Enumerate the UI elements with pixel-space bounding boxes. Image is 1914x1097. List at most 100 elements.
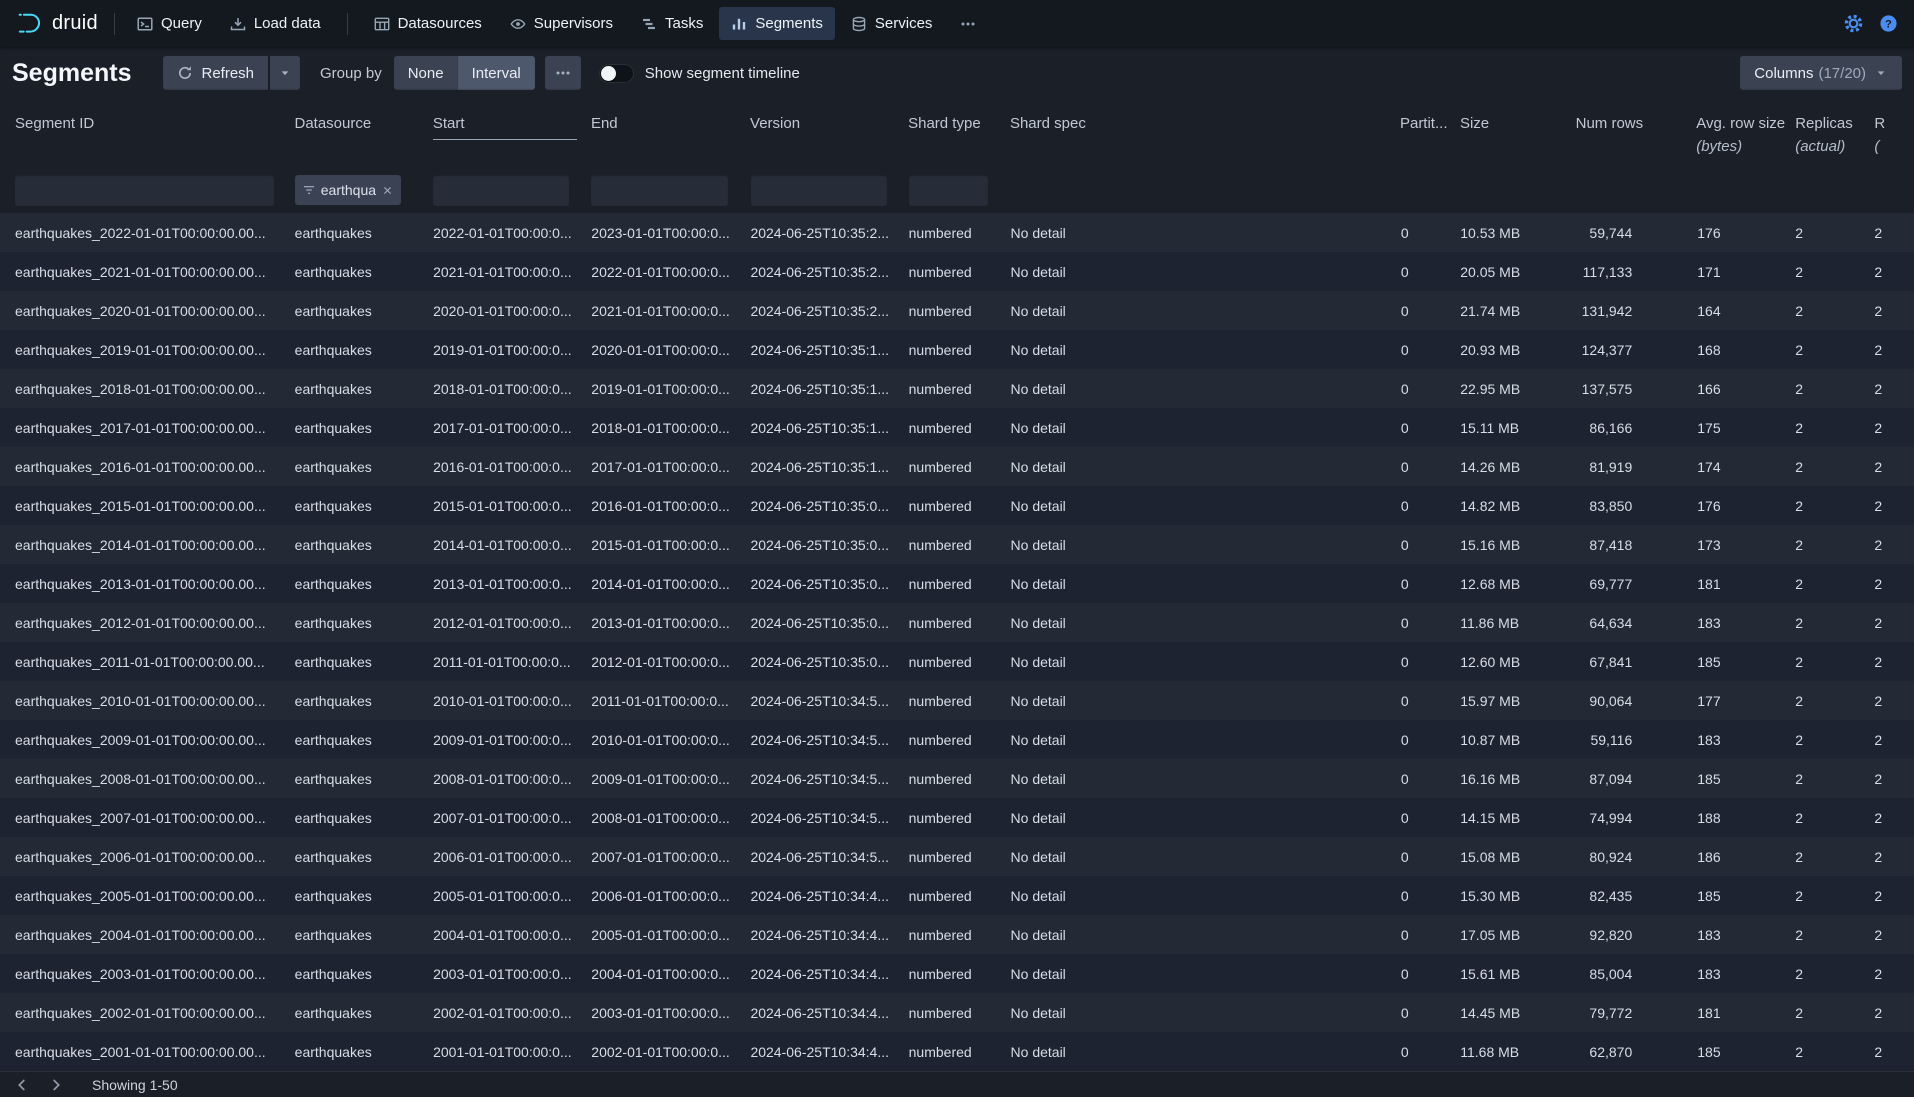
table-row[interactable]: earthquakes_2008-01-01T00:00:00.00...ear… [0, 759, 1914, 798]
table-row[interactable]: earthquakes_2001-01-01T00:00:00.00...ear… [0, 1032, 1914, 1071]
nav-item-segments[interactable]: Segments [719, 7, 835, 40]
column-header-version[interactable]: Version [750, 115, 908, 139]
column-header-datasource[interactable]: Datasource [294, 115, 432, 139]
filter-tag-label: earthquake [321, 182, 376, 198]
table-row[interactable]: earthquakes_2017-01-01T00:00:00.00...ear… [0, 408, 1914, 447]
settings-button[interactable] [1844, 14, 1863, 33]
cell-partition_num: 0 [1401, 771, 1460, 787]
cell-replication: 2 [1874, 342, 1914, 358]
cell-version: 2024-06-25T10:34:5... [750, 810, 908, 826]
cell-datasource: earthquakes [295, 810, 433, 826]
cell-shard_spec: No detail [1011, 381, 1401, 397]
table-row[interactable]: earthquakes_2020-01-01T00:00:00.00...ear… [0, 291, 1914, 330]
more-actions-button[interactable] [545, 56, 581, 90]
column-header-partition_num[interactable]: Partit... [1400, 115, 1460, 139]
next-page-button[interactable] [42, 1074, 70, 1096]
column-label: Size [1460, 115, 1562, 139]
table-row[interactable]: earthquakes_2003-01-01T00:00:00.00...ear… [0, 954, 1914, 993]
segment-timeline-toggle[interactable]: Show segment timeline [599, 64, 800, 83]
toggle-switch[interactable] [599, 64, 634, 83]
table-row[interactable]: earthquakes_2009-01-01T00:00:00.00...ear… [0, 720, 1914, 759]
cell-size: 22.95 MB [1460, 381, 1576, 397]
table-row[interactable]: earthquakes_2014-01-01T00:00:00.00...ear… [0, 525, 1914, 564]
column-header-end[interactable]: End [591, 115, 750, 139]
druid-logo-icon [16, 10, 43, 37]
version-filter-input[interactable] [751, 175, 887, 206]
group-by-none-button[interactable]: None [394, 56, 458, 90]
table-row[interactable]: earthquakes_2016-01-01T00:00:00.00...ear… [0, 447, 1914, 486]
table-row[interactable]: earthquakes_2015-01-01T00:00:00.00...ear… [0, 486, 1914, 525]
brand[interactable]: druid [16, 10, 104, 37]
cell-shard_spec: No detail [1011, 225, 1401, 241]
help-button[interactable]: ? [1879, 14, 1898, 33]
table-row[interactable]: earthquakes_2022-01-01T00:00:00.00...ear… [0, 213, 1914, 252]
start-filter-input[interactable] [433, 175, 569, 206]
cell-replicas: 2 [1795, 810, 1874, 826]
table-row[interactable]: earthquakes_2018-01-01T00:00:00.00...ear… [0, 369, 1914, 408]
column-header-size[interactable]: Size [1460, 115, 1576, 139]
cell-version: 2024-06-25T10:34:5... [750, 732, 908, 748]
cell-replication: 2 [1874, 225, 1914, 241]
cell-replication: 2 [1874, 849, 1914, 865]
cell-num_rows: 124,377 [1576, 342, 1697, 358]
prev-page-button[interactable] [8, 1074, 36, 1096]
cell-replication: 2 [1874, 615, 1914, 631]
table-row[interactable]: earthquakes_2005-01-01T00:00:00.00...ear… [0, 876, 1914, 915]
refresh-button[interactable]: Refresh [163, 56, 268, 90]
group-by-interval-button[interactable]: Interval [458, 56, 535, 90]
column-header-replication[interactable]: R( [1874, 115, 1914, 155]
table-row[interactable]: earthquakes_2010-01-01T00:00:00.00...ear… [0, 681, 1914, 720]
cell-version: 2024-06-25T10:34:4... [750, 966, 908, 982]
table-row[interactable]: earthquakes_2007-01-01T00:00:00.00...ear… [0, 798, 1914, 837]
columns-button[interactable]: Columns (17/20) [1740, 56, 1902, 90]
segment_id-filter-input[interactable] [15, 175, 274, 206]
cell-version: 2024-06-25T10:35:1... [750, 420, 908, 436]
table-row[interactable]: earthquakes_2019-01-01T00:00:00.00...ear… [0, 330, 1914, 369]
column-header-avg_row_size[interactable]: Avg. row size(bytes) [1696, 115, 1795, 155]
nav-item-supervisors[interactable]: Supervisors [498, 7, 625, 40]
table-row[interactable]: earthquakes_2012-01-01T00:00:00.00...ear… [0, 603, 1914, 642]
cell-version: 2024-06-25T10:35:2... [750, 225, 908, 241]
table-row[interactable]: earthquakes_2013-01-01T00:00:00.00...ear… [0, 564, 1914, 603]
column-header-shard_type[interactable]: Shard type [908, 115, 1010, 139]
refresh-menu-button[interactable] [270, 56, 300, 90]
cell-num_rows: 90,064 [1576, 693, 1697, 709]
column-header-shard_spec[interactable]: Shard spec [1010, 115, 1400, 139]
nav-item-services[interactable]: Services [839, 7, 945, 40]
cell-num_rows: 92,820 [1576, 927, 1697, 943]
table-row[interactable]: earthquakes_2011-01-01T00:00:00.00...ear… [0, 642, 1914, 681]
cell-start: 2021-01-01T00:00:0... [433, 264, 591, 280]
column-header-num_rows[interactable]: Num rows [1576, 115, 1697, 139]
columns-count: (17/20) [1818, 65, 1866, 82]
caret-down-icon [278, 66, 292, 80]
nav-item-tasks[interactable]: Tasks [629, 7, 715, 40]
end-filter-input[interactable] [591, 175, 728, 206]
cell-start: 2018-01-01T00:00:0... [433, 381, 591, 397]
cell-shard_spec: No detail [1011, 420, 1401, 436]
close-icon[interactable] [381, 184, 394, 197]
nav-item-load-data[interactable]: Load data [218, 7, 333, 40]
cell-replication: 2 [1874, 1005, 1914, 1021]
gantt-icon [641, 16, 657, 32]
table-row[interactable]: earthquakes_2002-01-01T00:00:00.00...ear… [0, 993, 1914, 1032]
nav-item-datasources[interactable]: Datasources [362, 7, 494, 40]
datasource-filter-tag[interactable]: earthquake [295, 175, 401, 205]
table-row[interactable]: earthquakes_2006-01-01T00:00:00.00...ear… [0, 837, 1914, 876]
cell-replicas: 2 [1795, 1044, 1874, 1060]
cell-partition_num: 0 [1401, 459, 1460, 475]
column-label: Datasource [294, 115, 418, 139]
table-row[interactable]: earthquakes_2021-01-01T00:00:00.00...ear… [0, 252, 1914, 291]
cell-shard_spec: No detail [1011, 810, 1401, 826]
shard_type-filter-input[interactable] [909, 175, 988, 206]
column-header-start[interactable]: Start [433, 115, 591, 140]
cell-replicas: 2 [1795, 342, 1874, 358]
cell-size: 14.15 MB [1460, 810, 1576, 826]
table-row[interactable]: earthquakes_2004-01-01T00:00:00.00...ear… [0, 915, 1914, 954]
page-title: Segments [12, 59, 131, 88]
column-header-replicas[interactable]: Replicas(actual) [1795, 115, 1874, 155]
filter-cell-start [433, 175, 591, 206]
nav-item-more[interactable] [948, 7, 988, 40]
cell-shard_type: numbered [909, 849, 1011, 865]
nav-item-query[interactable]: Query [125, 7, 214, 40]
column-header-segment_id[interactable]: Segment ID [15, 115, 294, 139]
